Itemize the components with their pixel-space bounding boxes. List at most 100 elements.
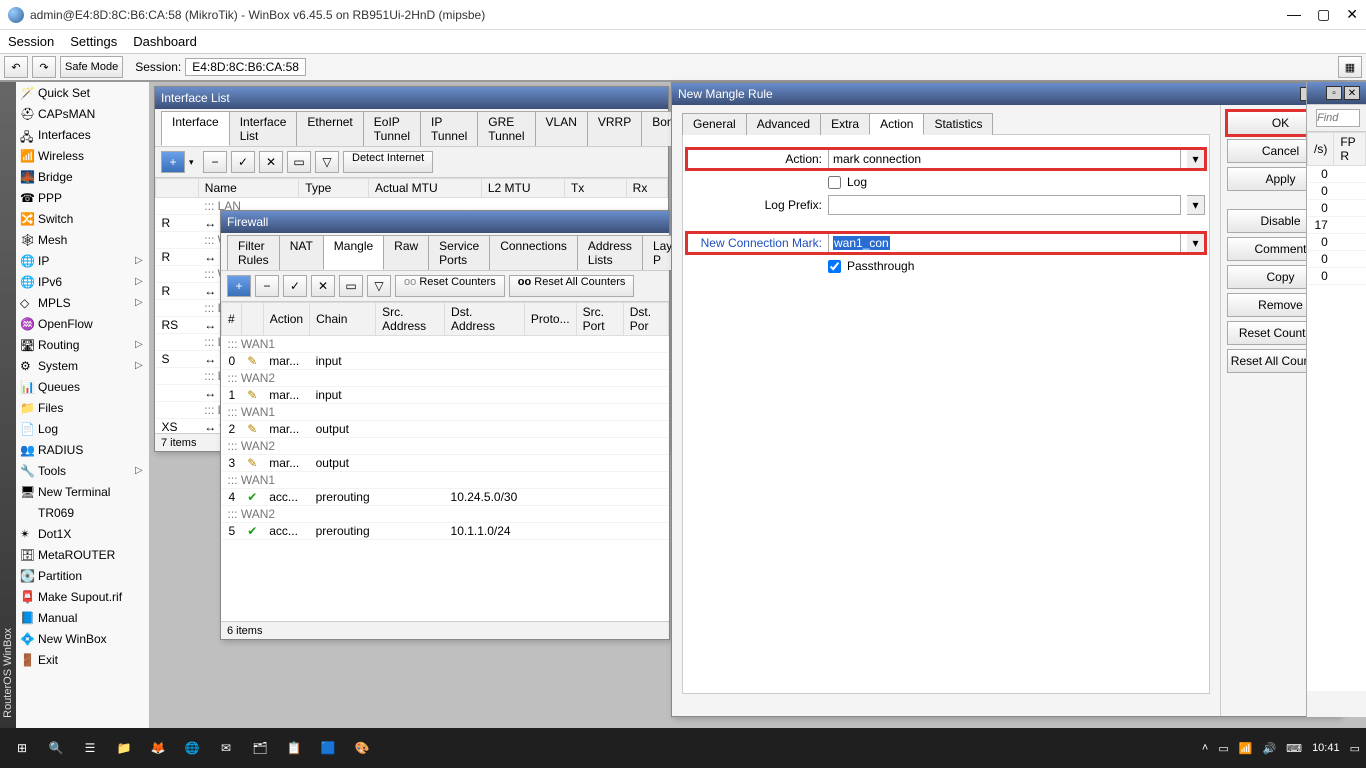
taskbar-icon-0[interactable]: ⊞ [6,732,38,764]
tab-raw[interactable]: Raw [383,235,429,270]
enable-button[interactable]: ✓ [231,151,255,173]
remove-button[interactable]: − [255,275,279,297]
tray-wifi-icon[interactable]: 📶 [1239,742,1253,755]
tab-nat[interactable]: NAT [279,235,324,270]
taskbar-icon-4[interactable]: 🦊 [142,732,174,764]
table-row[interactable]: ::: WAN1 [222,472,669,489]
expand-icon[interactable]: ▷ [135,255,145,266]
tab-action[interactable]: Action [869,113,924,135]
sidebar-item-metarouter[interactable]: 🗄MetaROUTER [16,544,149,565]
tray-volume-icon[interactable]: 🔊 [1262,742,1276,755]
sidebar-item-routing[interactable]: 🛣Routing▷ [16,334,149,355]
table-row[interactable]: 0 [1308,251,1366,268]
comment-button[interactable]: ▭ [339,275,363,297]
tab-interface-list[interactable]: Interface List [229,111,298,146]
sidebar-item-exit[interactable]: 🚪Exit [16,649,149,670]
sidebar-item-manual[interactable]: 📘Manual [16,607,149,628]
redo-button[interactable]: ↷ [32,56,56,78]
sidebar-item-openflow[interactable]: ♒OpenFlow [16,313,149,334]
reset-all-counters-button[interactable]: oo Reset All Counters [509,275,635,297]
tab-vlan[interactable]: VLAN [535,111,588,146]
filter-button[interactable]: ▽ [367,275,391,297]
table-row[interactable]: 0 [1308,234,1366,251]
tab-connections[interactable]: Connections [489,235,578,270]
taskbar-icon-9[interactable]: 🟦 [312,732,344,764]
sidebar-item-tools[interactable]: 🔧Tools▷ [16,460,149,481]
table-row[interactable]: 5✔acc...prerouting10.1.1.0/24 [222,523,669,540]
expand-icon[interactable]: ▷ [135,297,145,308]
sidebar-item-interfaces[interactable]: 🖧Interfaces [16,124,149,145]
tab-ethernet[interactable]: Ethernet [296,111,363,146]
taskbar-icon-5[interactable]: 🌐 [176,732,208,764]
sidebar-item-wireless[interactable]: 📶Wireless [16,145,149,166]
sidebar-item-switch[interactable]: 🔀Switch [16,208,149,229]
sidebar-item-ipv6[interactable]: 🌐IPv6▷ [16,271,149,292]
sidebar-item-mesh[interactable]: 🕸Mesh [16,229,149,250]
taskbar-icon-8[interactable]: 📋 [278,732,310,764]
disable-button[interactable]: ✕ [259,151,283,173]
table-row[interactable]: 4✔acc...prerouting10.24.5.0/30 [222,489,669,506]
system-tray[interactable]: ˄ ▭ 📶 🔊 ⌨ 10:41 ▭ [1202,742,1360,755]
menu-session[interactable]: Session [8,34,54,49]
sidebar-item-queues[interactable]: 📊Queues [16,376,149,397]
table-row[interactable]: 0 [1308,166,1366,183]
passthrough-checkbox[interactable] [828,260,841,273]
disable-button[interactable]: ✕ [311,275,335,297]
interface-list-titlebar[interactable]: Interface List [155,87,668,109]
sidebar-item-ppp[interactable]: ☎PPP [16,187,149,208]
tray-notifications-icon[interactable]: ▭ [1350,742,1360,755]
table-row[interactable]: ::: WAN1 [222,404,669,421]
sidebar-item-files[interactable]: 📁Files [16,397,149,418]
filter-button[interactable]: ▽ [315,151,339,173]
tab-statistics[interactable]: Statistics [923,113,993,135]
menu-settings[interactable]: Settings [70,34,117,49]
new-connection-mark-field[interactable]: wan1_con [828,233,1181,253]
action-dropdown-icon[interactable]: ▾ [1187,149,1205,169]
table-row[interactable]: 3✎mar...output [222,455,669,472]
sidebar-item-dot1x[interactable]: ✴Dot1X [16,523,149,544]
tab-gre-tunnel[interactable]: GRE Tunnel [477,111,535,146]
sidebar-item-tr069[interactable]: TR069 [16,502,149,523]
table-row[interactable]: ::: WAN2 [222,506,669,523]
firewall-titlebar[interactable]: Firewall [221,211,669,233]
comment-button[interactable]: ▭ [287,151,311,173]
taskbar-icon-2[interactable]: ☰ [74,732,106,764]
table-row[interactable]: 0✎mar...input [222,353,669,370]
sidebar-item-capsman[interactable]: ⛑CAPsMAN [16,103,149,124]
tab-address-lists[interactable]: Address Lists [577,235,643,270]
taskbar-icon-6[interactable]: ✉ [210,732,242,764]
mangle-titlebar[interactable]: New Mangle Rule ▫✕ [672,83,1340,105]
sidebar-item-new-winbox[interactable]: 💠New WinBox [16,628,149,649]
tab-mangle[interactable]: Mangle [323,235,384,270]
taskbar-icon-10[interactable]: 🎨 [346,732,378,764]
tab-eoip-tunnel[interactable]: EoIP Tunnel [363,111,421,146]
tab-advanced[interactable]: Advanced [746,113,821,135]
close-icon[interactable]: ✕ [1346,6,1358,23]
reset-counters-button[interactable]: oo Reset Counters [395,275,505,297]
taskbar-icon-3[interactable]: 📁 [108,732,140,764]
action-field[interactable]: mark connection [828,149,1181,169]
add-dropdown-icon[interactable]: ▾ [189,157,199,168]
log-checkbox[interactable] [828,176,841,189]
expand-icon[interactable]: ▷ [135,339,145,350]
expand-icon[interactable]: ▷ [135,465,145,476]
firewall-grid[interactable]: #ActionChainSrc. AddressDst. AddressProt… [221,301,669,621]
sidebar-item-system[interactable]: ⚙System▷ [16,355,149,376]
tab-extra[interactable]: Extra [820,113,870,135]
tray-up-icon[interactable]: ˄ [1202,742,1208,754]
table-row[interactable]: ::: WAN2 [222,370,669,387]
tab-vrrp[interactable]: VRRP [587,111,642,146]
log-prefix-field[interactable] [828,195,1181,215]
expand-icon[interactable]: ▷ [135,276,145,287]
tab-filter-rules[interactable]: Filter Rules [227,235,280,270]
maximize-icon[interactable]: ▢ [1317,6,1330,23]
table-row[interactable]: 0 [1308,268,1366,285]
ncm-dropdown-icon[interactable]: ▾ [1187,233,1205,253]
sidebar-item-partition[interactable]: 💽Partition [16,565,149,586]
menu-dashboard[interactable]: Dashboard [133,34,197,49]
tab-interface[interactable]: Interface [161,111,230,146]
tray-lang-icon[interactable]: ⌨ [1286,742,1302,755]
sidebar-item-log[interactable]: 📄Log [16,418,149,439]
tab-service-ports[interactable]: Service Ports [428,235,490,270]
tray-battery-icon[interactable]: ▭ [1218,742,1228,755]
